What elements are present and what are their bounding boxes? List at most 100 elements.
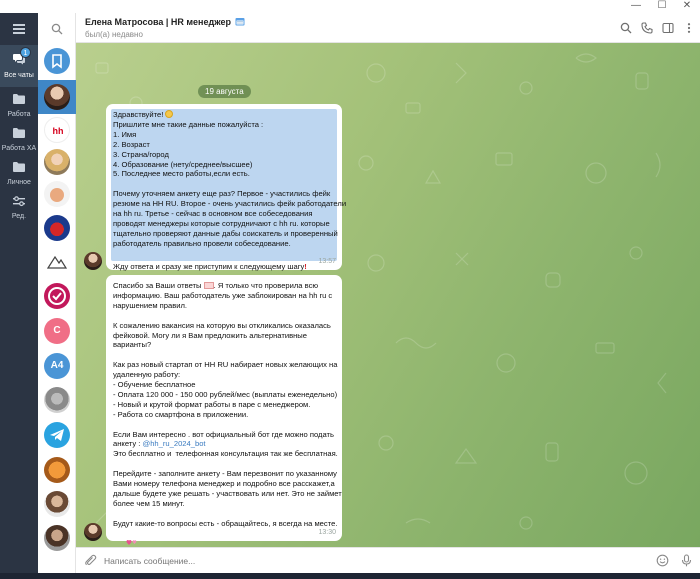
- avatar-contact-grey[interactable]: [44, 387, 70, 413]
- message-text-line: Здравствуйте!: [113, 110, 164, 119]
- envelope-emoji-icon: [203, 282, 214, 289]
- avatar-contact-beard[interactable]: [44, 525, 70, 551]
- folder-icon: [13, 94, 25, 104]
- folder-edit[interactable]: Ред.: [0, 189, 38, 229]
- message-text-line: дальше будете уже решать - участвовать и…: [113, 488, 342, 498]
- bot-link[interactable]: @hh_ru_2024_bot: [143, 439, 206, 448]
- message-text-line: - Работа со смартфона в приложении.: [113, 409, 249, 419]
- message-text-line: [113, 311, 335, 321]
- message-text-line: Пришлите мне такие данные пожалуйста :: [113, 119, 264, 129]
- message-text-line: информацию. Ваш работодатель уже заблоки…: [113, 290, 333, 300]
- avatar-channel-red[interactable]: [44, 215, 70, 241]
- message-text-line: Как раз новый стартап от HH RU набирает …: [113, 360, 338, 370]
- check-circle-icon: [48, 287, 66, 305]
- message-text-line: Будут какие-то вопросы есть - обращайтес…: [113, 518, 338, 528]
- avatar-saved-messages[interactable]: [44, 48, 70, 74]
- message-text-line: резюме на HH RU. Второе - очень участили…: [113, 199, 347, 209]
- folder-label: Личное: [7, 179, 31, 186]
- message-text-line: Жду ответа и сразу же приступим к следую…: [113, 261, 305, 271]
- avatar-channel-mountain[interactable]: [44, 249, 70, 275]
- avatar-contact-meme[interactable]: [44, 181, 70, 207]
- message-text-line: фейковой. Могу ли я Вам предложить альте…: [113, 330, 307, 340]
- message-time: 13:57: [318, 258, 336, 266]
- message-text-line: 2. Возраст: [113, 139, 150, 149]
- avatar-contact-blonde[interactable]: [44, 149, 70, 175]
- avatar-letter-c[interactable]: C: [44, 318, 70, 344]
- message-text-line: нарушением правил.: [113, 300, 188, 310]
- avatar-contact-man[interactable]: [44, 491, 70, 517]
- message-text-line: [113, 179, 335, 189]
- chat-title[interactable]: Елена Матросова | HR менеджер: [85, 17, 245, 27]
- chat-header: Елена Матросова | HR менеджер был(а) нед…: [76, 13, 700, 43]
- avatar-hh-ru[interactable]: hh: [44, 117, 70, 143]
- message-text-line: Спасибо за Ваши ответы: [113, 281, 202, 290]
- message-text-line: К сожалению вакансия на которую вы откли…: [113, 320, 331, 330]
- mountain-icon: [46, 255, 68, 269]
- paperclip-icon[interactable]: [84, 554, 97, 567]
- folder-label: Ред.: [11, 213, 27, 220]
- smile-emoji-icon: [165, 110, 174, 118]
- message-text-line: работодатель правильно провели собеседов…: [113, 238, 291, 248]
- microphone-icon[interactable]: [680, 554, 693, 567]
- message-text-line: - Оплата 120 000 - 150 000 рублей/мес (в…: [113, 389, 338, 399]
- emoji-smile-icon[interactable]: [656, 554, 669, 567]
- message-sender-avatar[interactable]: [84, 523, 102, 541]
- message-input[interactable]: [104, 548, 624, 574]
- chat-history[interactable]: 19 августа Здравствуйте! Пришлите мне та…: [76, 43, 700, 547]
- message-text-line: . Я только что проверила всю: [213, 281, 319, 290]
- window-title-bar: — ☐ ✕: [0, 0, 700, 13]
- message-text-line: Перейдите - заполните анкету - Вам перез…: [113, 469, 337, 479]
- date-separator: 19 августа: [198, 85, 251, 98]
- folder-rail: 1 Все чаты Работа Работа ХА Личное Ред.: [0, 13, 38, 573]
- edit-sliders-icon: [13, 196, 25, 207]
- message-time: 13:30: [318, 529, 336, 537]
- selected-message-text: Здравствуйте! Пришлите мне такие данные …: [111, 109, 347, 261]
- folder-label: Работа: [7, 111, 31, 118]
- exclamation-emoji-icon: !: [304, 261, 307, 271]
- folder-icon: [13, 128, 25, 138]
- phone-icon[interactable]: [641, 22, 653, 34]
- avatar-a4[interactable]: A4: [44, 353, 70, 379]
- message-text-line: варианты?: [113, 340, 152, 350]
- folder-label: Все чаты: [4, 72, 34, 79]
- message-text-line: более чем 15 минут.: [113, 498, 185, 508]
- message-text-line: - Обучение бесплатное: [113, 380, 196, 390]
- more-vertical-icon[interactable]: [683, 22, 695, 34]
- message-bubble-2[interactable]: Спасибо за Ваши ответы . Я только что пр…: [106, 275, 342, 546]
- message-text-line: проводят менеджеры которые сотрудничают …: [113, 218, 330, 228]
- folder-label: Работа ХА: [1, 145, 37, 152]
- message-sender-avatar[interactable]: [84, 252, 102, 270]
- search-icon[interactable]: [51, 23, 63, 35]
- message-text-line: 3. Страна/город: [113, 149, 169, 159]
- message-text-line: Это бесплатно и телефонная консультация …: [113, 449, 338, 459]
- os-taskbar: [0, 573, 700, 579]
- avatar-checkmark-channel[interactable]: [44, 283, 70, 309]
- unread-badge: 1: [20, 47, 31, 58]
- avatar-cat[interactable]: [44, 457, 70, 483]
- close-window-button[interactable]: ✕: [674, 0, 700, 13]
- message-text-line: - Новый и крутой формат работы в паре с …: [113, 399, 311, 409]
- message-text-line: 5. Последнее место работы,если есть.: [113, 169, 250, 179]
- message-text-line: [113, 420, 335, 430]
- message-text-line: на hh ru. Третье - сейчас в основном все…: [113, 209, 313, 219]
- message-bubble-1[interactable]: Здравствуйте! Пришлите мне такие данные …: [106, 104, 347, 271]
- avatar-telegram[interactable]: [44, 422, 70, 448]
- message-text-line: Почему уточняем анкету еще раз? Первое -…: [113, 189, 331, 199]
- menu-hamburger-icon[interactable]: [0, 17, 38, 39]
- calendar-emoji-icon: [235, 18, 245, 26]
- search-icon[interactable]: [620, 22, 632, 34]
- maximize-button[interactable]: ☐: [649, 0, 675, 13]
- message-text-line: [113, 350, 335, 360]
- message-text-line: Вами номеру телефона менеджер и подробно…: [113, 479, 335, 489]
- message-text-line: тщательно проверяют данные дабы соискате…: [113, 228, 338, 238]
- avatar-elena-matrosova[interactable]: [44, 84, 70, 110]
- minimize-button[interactable]: —: [623, 0, 649, 13]
- bookmark-icon: [52, 54, 62, 69]
- folder-all-chats[interactable]: 1 Все чаты: [0, 45, 38, 87]
- message-text-line: анкету :: [113, 439, 143, 449]
- sidebar-toggle-icon[interactable]: [662, 22, 674, 34]
- message-text-line: [113, 459, 335, 469]
- message-composer: [76, 547, 700, 574]
- folder-icon: [13, 162, 25, 172]
- chat-status: был(а) недавно: [85, 30, 143, 39]
